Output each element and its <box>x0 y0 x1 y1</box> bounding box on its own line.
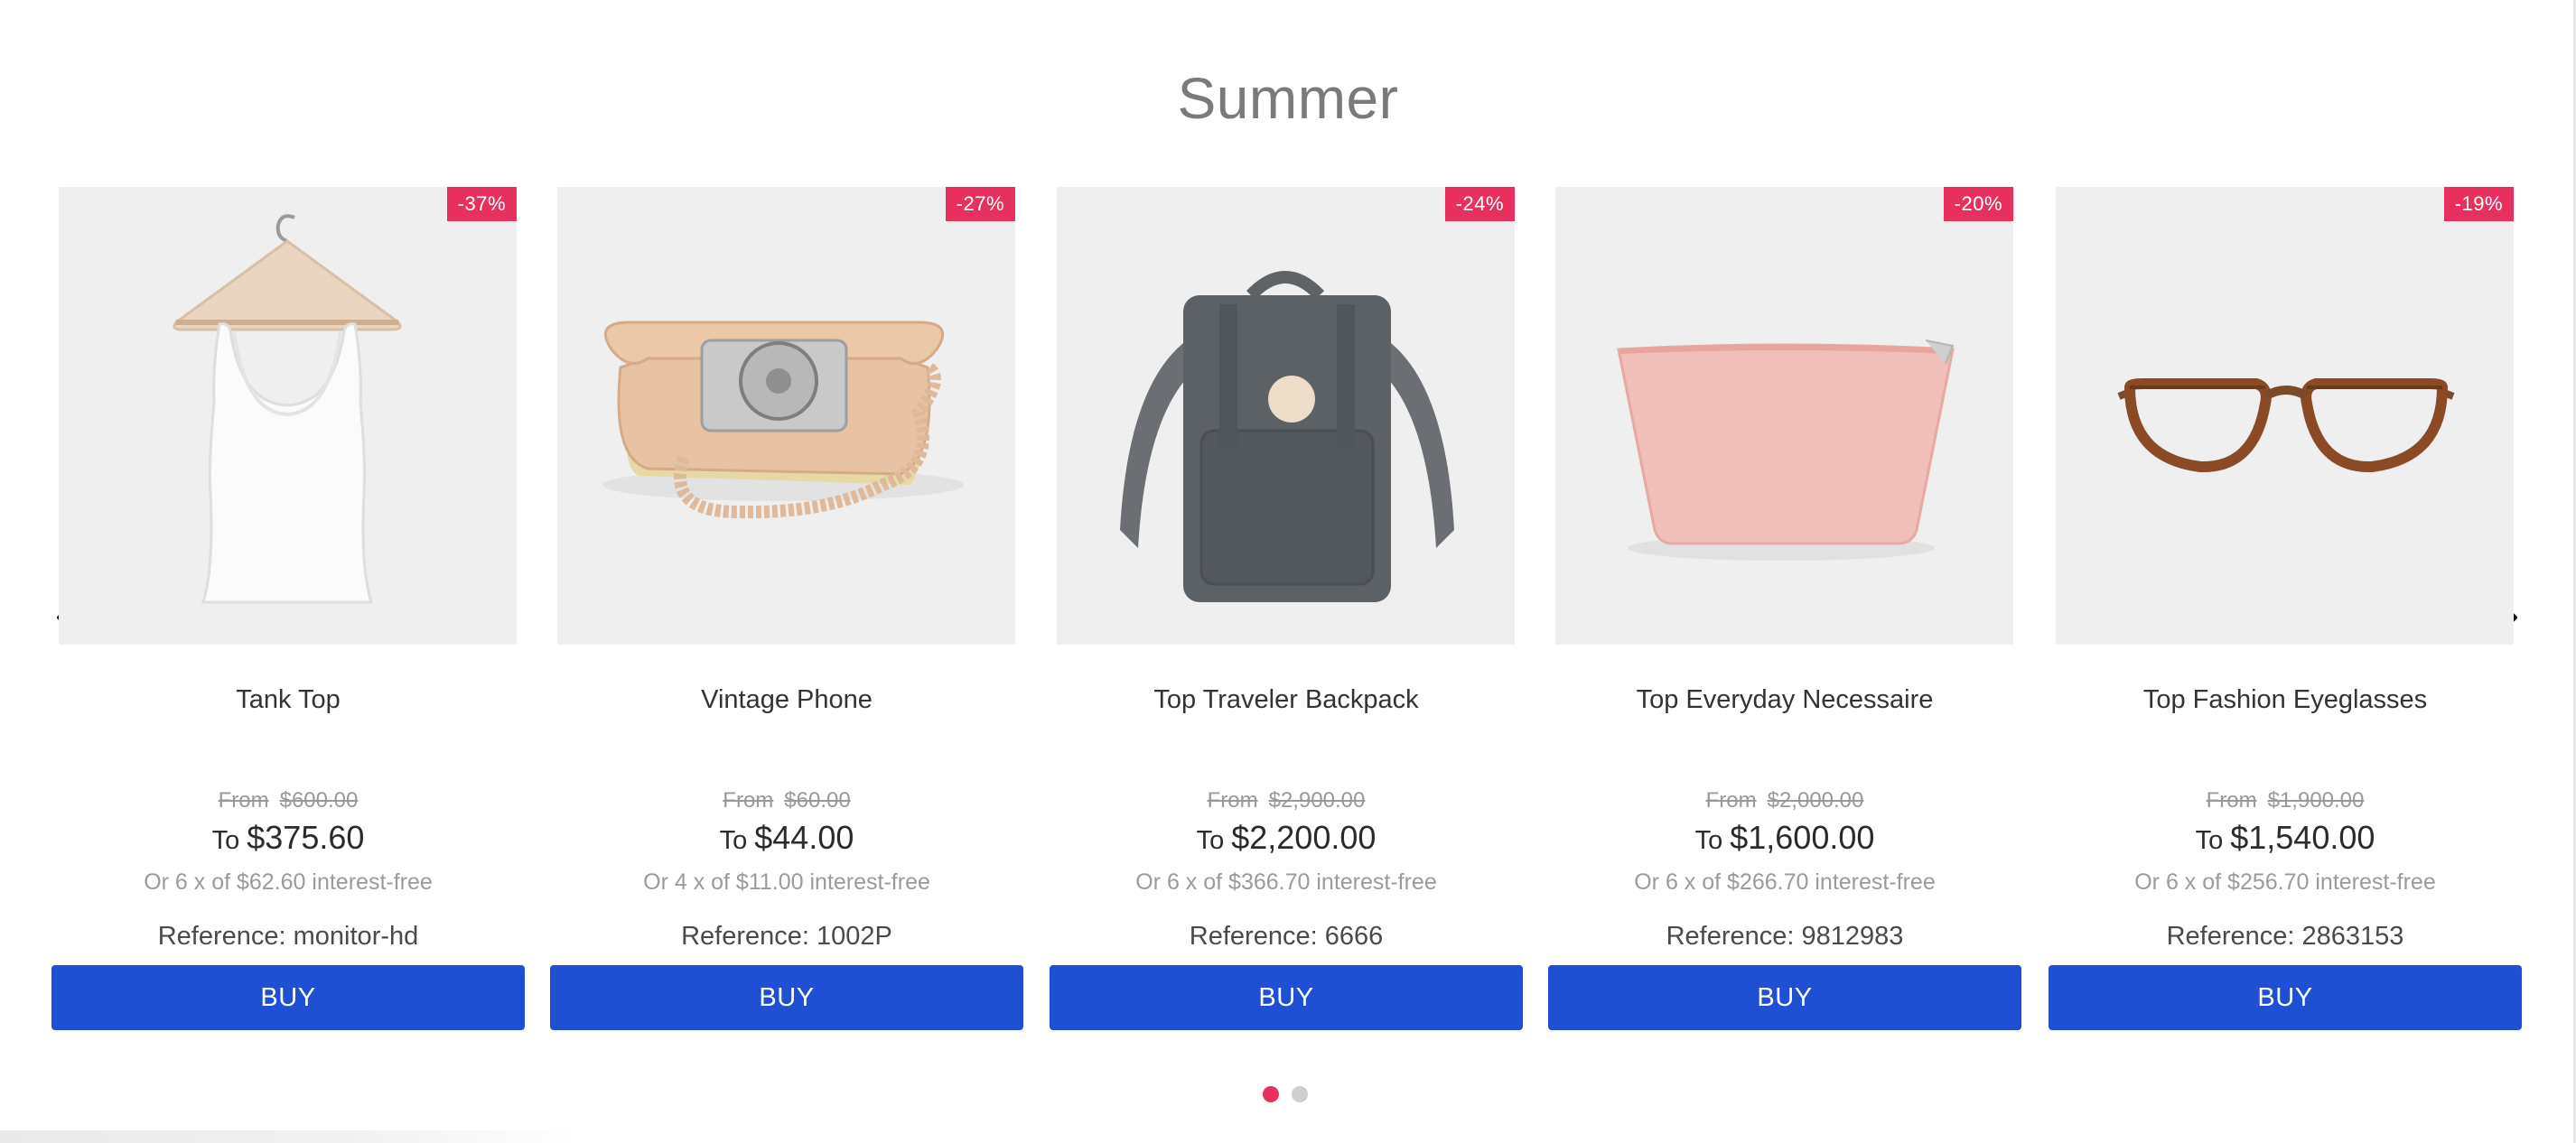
product-image[interactable]: -37% <box>59 187 517 645</box>
product-image[interactable]: -19% <box>2056 187 2514 645</box>
discount-badge: -27% <box>945 187 1015 221</box>
current-price: To $44.00 <box>719 819 854 856</box>
buy-button[interactable]: BUY <box>2049 965 2522 1030</box>
product-image[interactable]: -20% <box>1555 187 2013 645</box>
product-name[interactable]: Tank Top <box>51 685 525 715</box>
pagination-dot-1[interactable] <box>1263 1086 1279 1102</box>
discount-badge: -20% <box>1943 187 2013 221</box>
product-name[interactable]: Top Traveler Backpack <box>1050 685 1523 715</box>
product-reference: Reference: 9812983 <box>1666 922 1904 951</box>
installment-info: Or 6 x of $366.70 interest-free <box>1135 869 1437 895</box>
discount-badge: -24% <box>1444 187 1515 221</box>
eyeglasses-image <box>2117 378 2455 473</box>
installment-info: Or 4 x of $11.00 interest-free <box>643 869 930 895</box>
product-name[interactable]: Top Everyday Necessaire <box>1548 685 2021 715</box>
old-price: From $600.00 <box>218 788 359 813</box>
old-price: From $1,900.00 <box>2206 788 2365 813</box>
discount-badge: -37% <box>446 187 517 221</box>
product-card[interactable]: -27% Vintage Phone From $60.00 To $44.00 O… <box>550 187 1023 1031</box>
current-price: To $1,540.00 <box>2195 819 2375 856</box>
product-card[interactable]: -37% Tank Top From $600.00 To $375.60 Or 6… <box>51 187 525 1031</box>
product-name[interactable]: Top Fashion Eyeglasses <box>2049 685 2522 715</box>
product-card[interactable]: -24% Top Traveler Backpack From $2,900.00… <box>1050 187 1523 1031</box>
discount-badge: -19% <box>2443 187 2514 221</box>
tank-top-image <box>173 214 402 604</box>
bottom-edge-shadow <box>0 1130 578 1143</box>
section-title: Summer <box>1177 66 1399 131</box>
product-image[interactable]: -27% <box>557 187 1015 645</box>
current-price: To $375.60 <box>211 819 365 856</box>
current-price: To $1,600.00 <box>1694 819 1875 856</box>
backpack-image <box>1120 271 1454 602</box>
old-price: From $60.00 <box>723 788 851 813</box>
old-price: From $2,000.00 <box>1705 788 1864 813</box>
pouch-image <box>1617 339 1955 561</box>
current-price: To $2,200.00 <box>1196 819 1377 856</box>
product-reference: Reference: monitor-hd <box>157 922 419 951</box>
carousel-pagination <box>1263 1086 1308 1102</box>
installment-info: Or 6 x of $62.60 interest-free <box>144 869 433 895</box>
old-price: From $2,900.00 <box>1207 788 1366 813</box>
buy-button[interactable]: BUY <box>1548 965 2021 1030</box>
installment-info: Or 6 x of $266.70 interest-free <box>1634 869 1936 895</box>
buy-button[interactable]: BUY <box>51 965 525 1030</box>
product-reference: Reference: 6666 <box>1189 922 1384 951</box>
product-image[interactable]: -24% <box>1057 187 1515 645</box>
product-name[interactable]: Vintage Phone <box>550 685 1023 715</box>
product-reference: Reference: 1002P <box>681 922 892 951</box>
buy-button[interactable]: BUY <box>550 965 1023 1030</box>
vintage-phone-image <box>602 321 964 519</box>
buy-button[interactable]: BUY <box>1050 965 1523 1030</box>
product-card[interactable]: -20% Top Everyday Necessaire From $2,000.… <box>1548 187 2021 1031</box>
installment-info: Or 6 x of $256.70 interest-free <box>2134 869 2436 895</box>
product-reference: Reference: 2863153 <box>2166 922 2404 951</box>
pagination-dot-2[interactable] <box>1292 1086 1308 1102</box>
product-card[interactable]: -19% Top Fashion Eyeglasses From $1,900.0… <box>2049 187 2522 1031</box>
